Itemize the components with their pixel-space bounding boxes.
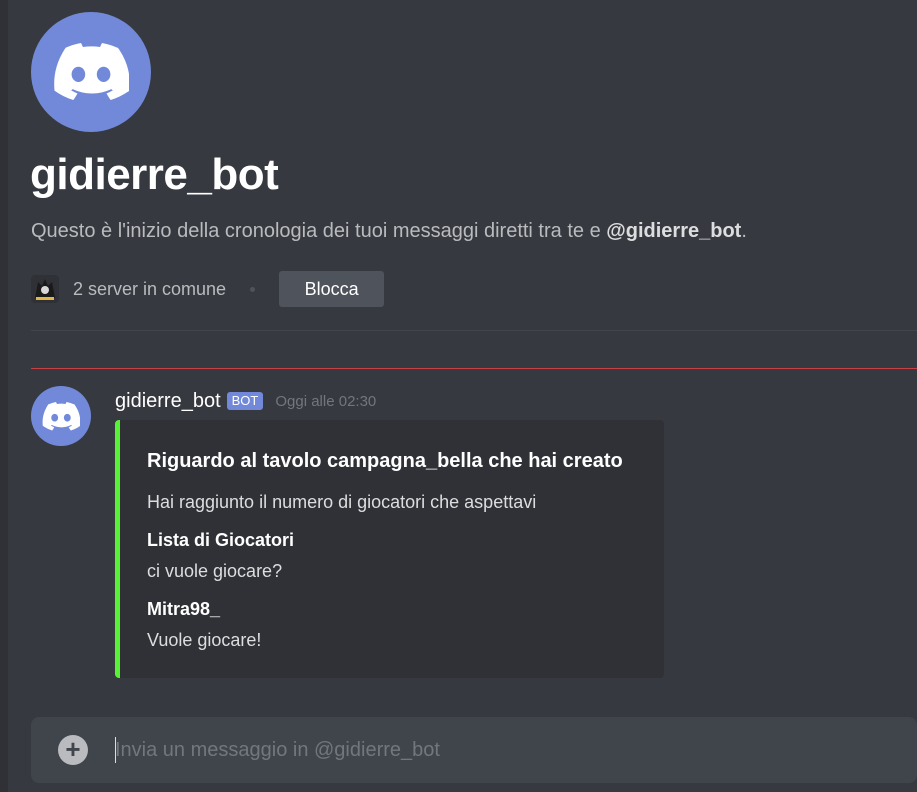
message-input[interactable] [115, 731, 895, 769]
message-header: gidierre_bot BOT Oggi alle 02:30 [115, 388, 376, 414]
header-divider [31, 330, 917, 331]
dm-username-title: gidierre_bot [30, 150, 279, 199]
discord-logo-icon [42, 401, 80, 430]
profile-avatar[interactable] [31, 12, 151, 132]
new-messages-divider [31, 368, 917, 369]
discord-logo-icon [54, 43, 129, 100]
dm-intro-mention: @gidierre_bot [606, 220, 742, 242]
separator-dot [250, 286, 256, 292]
message-embed: Riguardo al tavolo campagna_bella che ha… [115, 420, 664, 678]
embed-field-value: Vuole giocare! [147, 630, 262, 650]
text-caret [115, 737, 116, 763]
message-author-name[interactable]: gidierre_bot [115, 390, 221, 413]
dm-intro-suffix: . [741, 220, 747, 242]
embed-title: Riguardo al tavolo campagna_bella che ha… [147, 450, 623, 472]
embed-field-name: Lista di Giocatori [147, 530, 295, 550]
message-composer: + [31, 717, 917, 783]
server-emblem-icon [35, 279, 55, 300]
message-author-avatar[interactable] [31, 386, 91, 446]
dm-intro-text: Questo è l'inizio della cronologia dei t… [31, 220, 747, 243]
embed-field-name: Mitra98_ [147, 599, 221, 619]
mutual-info-row: 2 server in comune Blocca [31, 270, 385, 308]
dm-intro-prefix: Questo è l'inizio della cronologia dei t… [31, 220, 607, 242]
bot-badge: BOT [226, 392, 264, 410]
attach-plus-button[interactable]: + [58, 735, 88, 765]
block-button[interactable]: Blocca [279, 271, 385, 307]
mutual-server-icon[interactable] [31, 275, 59, 303]
message-timestamp: Oggi alle 02:30 [275, 392, 377, 410]
mutual-servers-link[interactable]: 2 server in comune [73, 279, 226, 300]
embed-description: Hai raggiunto il numero di giocatori che… [147, 492, 537, 512]
channel-sidebar-edge [0, 0, 8, 792]
plus-icon: + [65, 734, 81, 764]
dm-chat-area: gidierre_bot Questo è l'inizio della cro… [8, 0, 917, 792]
embed-field-value: ci vuole giocare? [147, 561, 283, 581]
